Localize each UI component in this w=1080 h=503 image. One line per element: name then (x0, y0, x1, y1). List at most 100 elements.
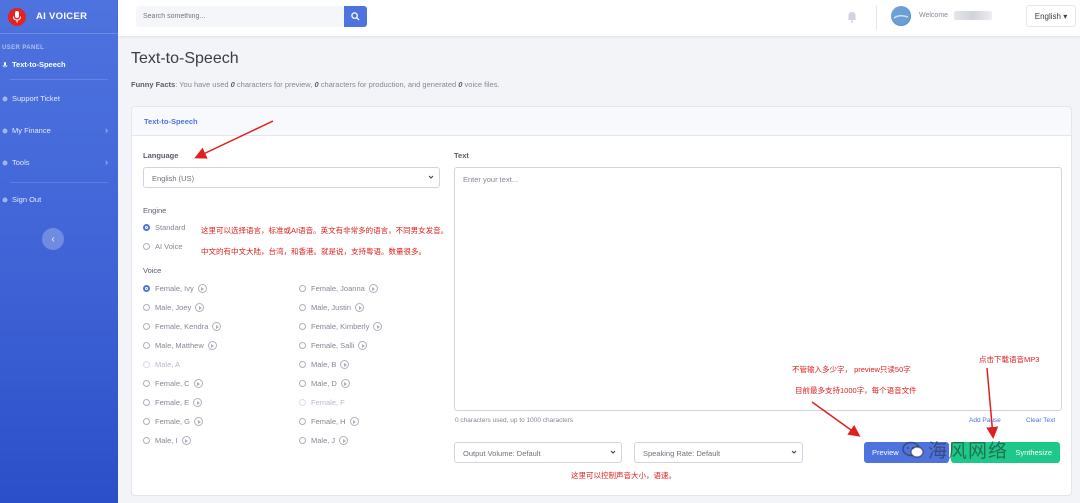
microphone-icon (2, 61, 8, 68)
radio-dot (143, 437, 150, 444)
sidebar-divider (10, 79, 108, 80)
radio-dot (143, 380, 150, 387)
bell-icon[interactable] (846, 11, 858, 23)
voice-radio-male-i[interactable]: Male, I (143, 436, 191, 445)
play-icon[interactable] (195, 303, 205, 312)
sidebar-item-sign-out[interactable]: Sign Out (0, 185, 118, 213)
radio-dot (143, 361, 150, 368)
voice-radio-female-e[interactable]: Female, E (143, 398, 203, 407)
play-icon[interactable] (358, 341, 368, 350)
topbar: Welcome English ▾ (118, 0, 1080, 36)
radio-dot (143, 342, 150, 349)
play-icon[interactable] (212, 322, 222, 331)
play-icon[interactable] (197, 284, 207, 293)
radio-label: Female, Kendra (155, 322, 209, 331)
play-icon[interactable] (339, 436, 349, 445)
chevron-down-icon (610, 450, 616, 454)
radio-dot (143, 323, 150, 330)
sidebar-divider (10, 182, 108, 183)
search-input[interactable] (136, 6, 344, 27)
speaking-rate-select[interactable]: Speaking Rate: Default (634, 442, 803, 463)
play-icon[interactable] (355, 303, 365, 312)
chevron-right-icon: › (105, 157, 108, 167)
radio-label: Male, Joey (155, 303, 192, 312)
radio-label: Male, J (311, 436, 336, 445)
output-volume-select[interactable]: Output Volume: Default (454, 442, 622, 463)
sidebar-item-label: My Finance (12, 125, 51, 135)
brand[interactable]: AI VOICER (0, 0, 118, 34)
clear-text-link[interactable]: Clear Text (1026, 417, 1055, 424)
radio-label: Female, F (311, 398, 345, 407)
radio-label: Female, Salli (311, 341, 355, 350)
voice-radio-female-g[interactable]: Female, G (143, 417, 204, 426)
radio-dot (299, 342, 306, 349)
language-label: Language (143, 151, 179, 160)
voice-radio-male-justin[interactable]: Male, Justin (299, 303, 365, 312)
play-icon[interactable] (181, 436, 191, 445)
voice-radio-male-j[interactable]: Male, J (299, 436, 349, 445)
voice-radio-female-salli[interactable]: Female, Salli (299, 341, 368, 350)
voice-radio-female-c[interactable]: Female, C (143, 379, 203, 388)
voice-radio-female-ivy[interactable]: Female, Ivy (143, 284, 207, 293)
voice-radio-male-matthew[interactable]: Male, Matthew (143, 341, 217, 350)
play-icon[interactable] (340, 379, 350, 388)
facts-text: voice files. (462, 80, 500, 89)
radio-dot (143, 304, 150, 311)
radio-dot (143, 243, 150, 250)
card-title: Text-to-Speech (132, 107, 1071, 136)
char-count: 0 characters used, up to 1000 characters (455, 417, 574, 424)
language-value: English (US) (152, 174, 195, 183)
radio-label: Male, D (311, 379, 337, 388)
brand-name: AI VOICER (36, 11, 88, 22)
sidebar-item-label: Sign Out (12, 194, 42, 204)
radio-label: Female, Kimberly (311, 322, 370, 331)
play-icon[interactable] (368, 284, 378, 293)
voice-radio-male-b[interactable]: Male, B (299, 360, 350, 369)
play-icon[interactable] (207, 341, 217, 350)
sidebar-item-label: Tools (12, 157, 30, 167)
play-icon[interactable] (194, 417, 204, 426)
annotation-download-note: 点击下载语音MP3 (979, 355, 1040, 364)
play-icon[interactable] (349, 417, 359, 426)
sidebar-item-text-to-speech[interactable]: Text-to-Speech (0, 51, 118, 77)
voice-radio-female-joanna[interactable]: Female, Joanna (299, 284, 378, 293)
sidebar-item-my-finance[interactable]: My Finance › (0, 114, 118, 146)
radio-dot (299, 361, 306, 368)
voice-radio-female-kimberly[interactable]: Female, Kimberly (299, 322, 383, 331)
engine-standard-radio[interactable]: Standard (143, 223, 185, 232)
voice-radio-male-joey[interactable]: Male, Joey (143, 303, 205, 312)
radio-label: AI Voice (155, 242, 183, 251)
sidebar-toggle-button[interactable]: ‹ (42, 228, 64, 250)
play-icon[interactable] (193, 398, 203, 407)
voice-radio-female-h[interactable]: Female, H (299, 417, 359, 426)
sidebar-item-support-ticket[interactable]: Support Ticket (0, 82, 118, 114)
radio-dot (299, 399, 306, 406)
annotation-preview-note: 不管输入多少字， preview只读50字 (792, 365, 911, 374)
voice-radio-male-d[interactable]: Male, D (299, 379, 350, 388)
radio-label: Male, A (155, 360, 181, 369)
play-icon[interactable] (340, 360, 350, 369)
username-blurred (954, 11, 992, 20)
voice-radio-female-f: Female, F (299, 398, 345, 407)
search-button[interactable] (344, 6, 367, 27)
engine-ai-voice-radio[interactable]: AI Voice (143, 242, 183, 251)
radio-dot (299, 304, 306, 311)
sidebar-item-tools[interactable]: Tools › (0, 146, 118, 178)
play-icon[interactable] (373, 322, 383, 331)
sign-out-icon (2, 196, 8, 203)
language-dropdown[interactable]: English ▾ (1026, 5, 1076, 27)
voice-radio-female-kendra[interactable]: Female, Kendra (143, 322, 222, 331)
avatar[interactable] (891, 6, 911, 26)
play-icon[interactable] (193, 379, 203, 388)
text-label: Text (454, 151, 469, 160)
engine-label: Engine (143, 206, 167, 215)
annotation-volume-note: 这里可以控制声音大小，语速。 (571, 471, 676, 480)
radio-dot (299, 437, 306, 444)
text-input[interactable]: Enter your text... (454, 167, 1062, 411)
voice-label: Voice (143, 266, 162, 275)
microphone-logo-icon (8, 7, 26, 26)
radio-label: Standard (155, 223, 186, 232)
language-select[interactable]: English (US) (143, 167, 440, 188)
add-pause-link[interactable]: Add Pause (969, 417, 1001, 424)
annotation-chinese-note: 中文的有中文大陆，台湾，和香港。就是说，支持粤语。数量很多。 (201, 247, 426, 256)
